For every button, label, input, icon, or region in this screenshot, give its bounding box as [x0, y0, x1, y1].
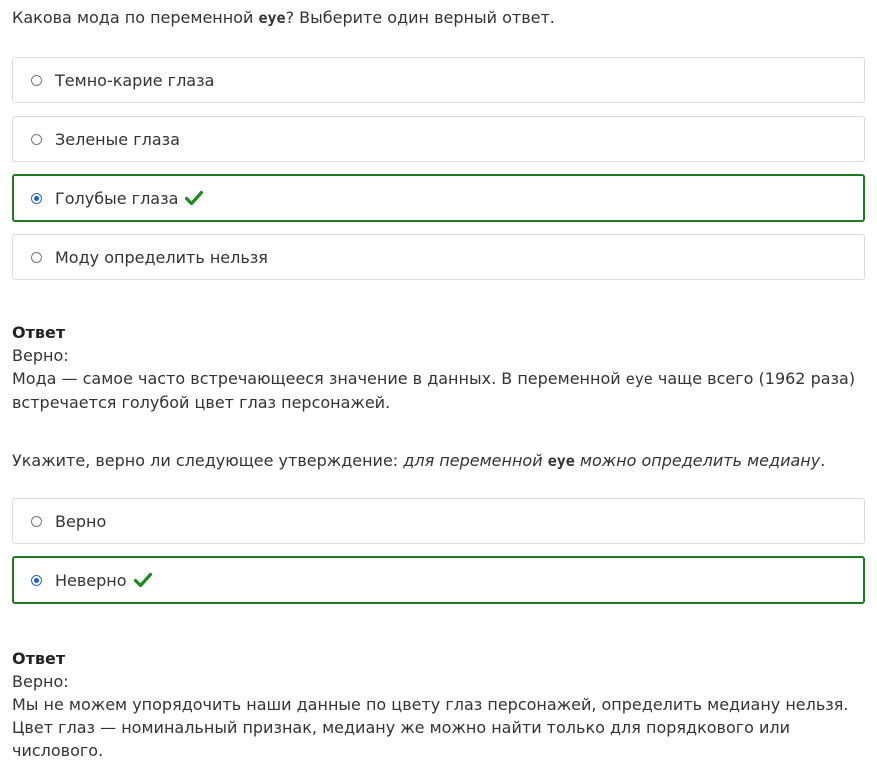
radio-button[interactable]	[31, 74, 42, 86]
option-label: Моду определить нельзя	[55, 247, 268, 267]
q2-answer-block: Ответ Верно: Мы не можем упорядочить наш…	[12, 647, 872, 762]
radio-button[interactable]	[31, 133, 42, 145]
variable-code: eye	[258, 9, 286, 27]
q1-option-1[interactable]: Темно-карие глаза	[12, 57, 865, 103]
variable-code: eye	[625, 370, 653, 388]
answer-verdict: Верно:	[12, 672, 69, 691]
answer-explanation: Мода — самое часто встречающееся значени…	[12, 369, 856, 412]
option-label: Неверно	[55, 570, 127, 590]
checkmark-icon	[185, 190, 204, 206]
option-label: Верно	[55, 511, 107, 531]
q1-option-2[interactable]: Зеленые глаза	[12, 116, 865, 162]
answer-title: Ответ	[12, 323, 66, 342]
radio-button[interactable]	[31, 251, 42, 263]
answer-explanation: Мы не можем упорядочить наши данные по ц…	[12, 695, 849, 760]
radio-button[interactable]	[31, 515, 42, 527]
answer-verdict: Верно:	[12, 346, 69, 365]
variable-code: eye	[547, 452, 575, 470]
question-1-text: Какова мода по переменной eye? Выберите …	[12, 8, 555, 27]
question-2-text: Укажите, верно ли следующее утверждение:…	[12, 451, 826, 470]
checkmark-icon	[133, 572, 152, 588]
radio-button-selected[interactable]	[31, 192, 42, 204]
q2-option-2[interactable]: Неверно	[12, 556, 865, 604]
q1-option-3[interactable]: Голубые глаза	[12, 174, 865, 222]
option-label: Голубые глаза	[55, 188, 179, 208]
answer-title: Ответ	[12, 649, 66, 668]
radio-button-selected[interactable]	[31, 574, 42, 586]
q1-answer-block: Ответ Верно: Мода — самое часто встречаю…	[12, 321, 872, 414]
option-label: Зеленые глаза	[55, 129, 180, 149]
option-label: Темно-карие глаза	[55, 70, 215, 90]
q1-option-4[interactable]: Моду определить нельзя	[12, 234, 865, 280]
q2-option-1[interactable]: Верно	[12, 498, 865, 544]
